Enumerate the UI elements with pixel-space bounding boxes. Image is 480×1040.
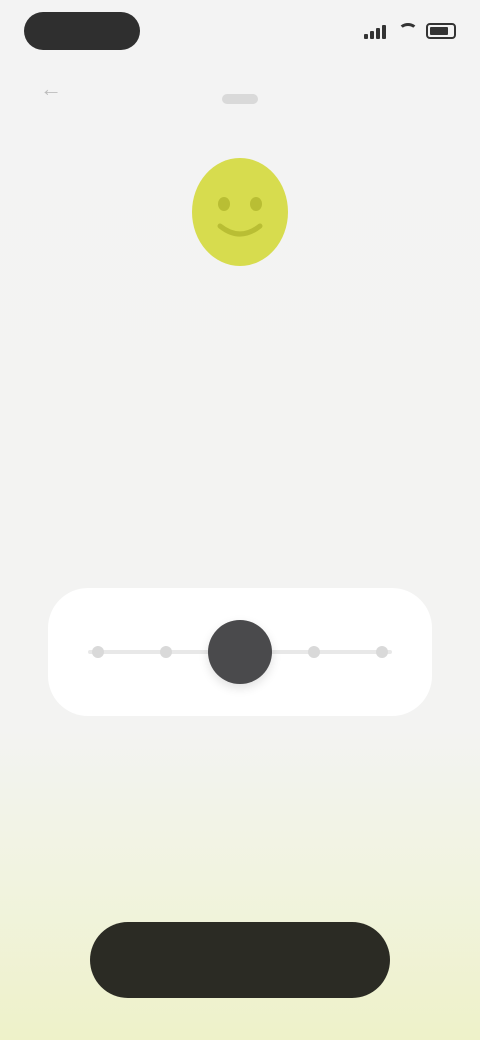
status-time — [24, 12, 140, 50]
slider-step-dot[interactable] — [160, 646, 172, 658]
battery-icon — [426, 23, 456, 39]
status-bar — [0, 0, 480, 64]
wifi-icon — [398, 23, 418, 39]
status-icons — [364, 16, 456, 46]
slider-step-dot[interactable] — [92, 646, 104, 658]
slider-step-dot[interactable] — [376, 646, 388, 658]
smiley-face-icon — [192, 158, 288, 266]
slider-step-dot[interactable] — [308, 646, 320, 658]
continue-button[interactable] — [90, 922, 390, 998]
cellular-signal-icon — [364, 23, 390, 39]
arrow-left-icon[interactable]: ← — [40, 76, 62, 102]
rating-slider[interactable] — [48, 588, 432, 716]
slider-thumb[interactable] — [208, 620, 272, 684]
step-indicator — [222, 94, 258, 104]
